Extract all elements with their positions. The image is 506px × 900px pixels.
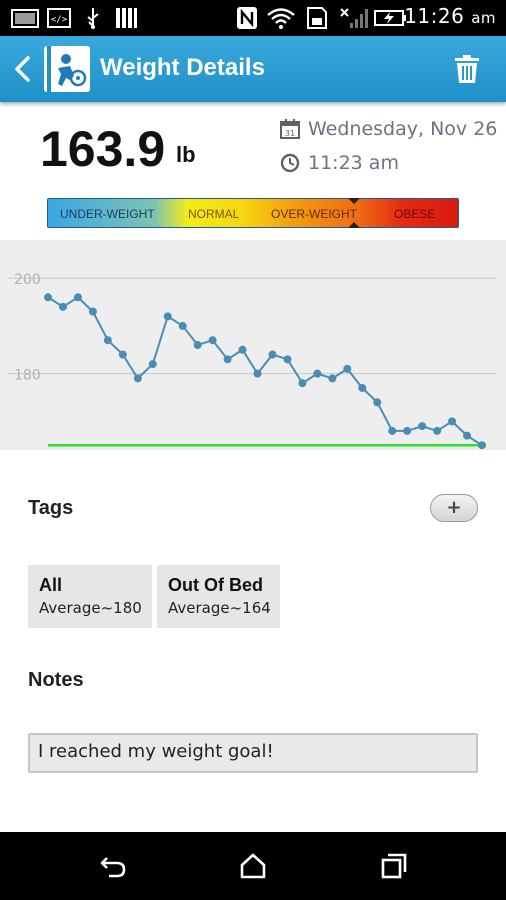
bmi-marker-top [348, 198, 360, 204]
weight-chart-svg: 200 180 [8, 272, 496, 450]
developer-icon: </> [47, 8, 71, 28]
data-point-29[interactable] [478, 441, 486, 450]
data-point-18[interactable] [313, 369, 322, 378]
data-point-8[interactable] [163, 312, 172, 321]
storage-icon [116, 8, 137, 28]
wifi-icon [267, 8, 295, 29]
app-bar: Weight Details [0, 36, 506, 102]
y-tick-label-0: 200 [14, 272, 41, 288]
data-point-1[interactable] [58, 302, 67, 311]
bmi-label-overweight: OVER-WEIGHT [271, 207, 357, 221]
data-point-24[interactable] [403, 426, 412, 435]
nav-recents-icon[interactable] [380, 852, 408, 880]
weight-value: 163.9 [40, 121, 166, 177]
data-point-21[interactable] [358, 383, 367, 392]
svg-text:</>: </> [51, 15, 68, 25]
data-point-5[interactable] [118, 350, 127, 359]
entry-date-text: Wednesday, Nov 26 [308, 118, 498, 140]
svg-text:31: 31 [285, 129, 295, 138]
signal-icon [340, 8, 368, 28]
app-logo-icon [44, 46, 90, 92]
tags-title: Tags [28, 497, 74, 519]
data-point-16[interactable] [283, 355, 292, 364]
status-bar: </> 11:26 am [0, 0, 506, 36]
data-point-20[interactable] [343, 364, 352, 373]
data-point-4[interactable] [103, 336, 112, 345]
notes-title: Notes [28, 669, 84, 691]
data-point-14[interactable] [253, 369, 262, 378]
bmi-label-obese: OBESE [394, 207, 436, 221]
data-point-3[interactable] [88, 307, 97, 316]
tag-average: Average~164 [168, 599, 271, 617]
add-tag-button[interactable]: + [430, 494, 478, 522]
data-point-6[interactable] [133, 374, 142, 383]
bmi-label-underweight: UNDER-WEIGHT [60, 207, 155, 221]
data-point-2[interactable] [73, 293, 82, 302]
data-point-15[interactable] [268, 350, 277, 359]
data-point-23[interactable] [388, 426, 397, 435]
data-point-12[interactable] [223, 355, 232, 364]
data-point-17[interactable] [298, 379, 307, 388]
nav-back-icon[interactable] [99, 852, 127, 880]
gallery-icon [11, 9, 39, 28]
weight-series-line [47, 296, 483, 447]
data-point-13[interactable] [238, 345, 247, 354]
battery-charging-icon [374, 10, 406, 26]
data-point-26[interactable] [433, 426, 442, 435]
app-logo [44, 46, 90, 92]
data-point-25[interactable] [418, 422, 427, 431]
data-point-22[interactable] [373, 398, 382, 407]
entry-time[interactable]: 11:23 am [280, 152, 399, 174]
tag-card-all[interactable]: All Average~180 [28, 565, 152, 628]
entry-date[interactable]: 31 Wednesday, Nov 26 [280, 118, 497, 140]
tag-card-out-of-bed[interactable]: Out Of Bed Average~164 [157, 565, 280, 628]
calendar-icon: 31 [280, 119, 300, 139]
weight-chart[interactable]: 200 180 [0, 240, 506, 450]
navigation-bar [0, 832, 506, 900]
page-title: Weight Details [100, 54, 265, 81]
usb-icon [87, 8, 99, 29]
notes-input[interactable]: I reached my weight goal! [28, 733, 478, 773]
weight-unit: lb [176, 142, 196, 167]
sd-card-icon [307, 7, 327, 29]
status-time: 11:26 [404, 4, 465, 28]
bmi-scale: UNDER-WEIGHT NORMAL OVER-WEIGHT OBESE [47, 198, 459, 228]
nfc-icon [237, 7, 257, 29]
clock-icon [280, 153, 300, 173]
bmi-marker-bottom [348, 222, 360, 228]
data-point-7[interactable] [148, 360, 157, 369]
y-tick-label-1: 180 [14, 368, 41, 384]
data-point-10[interactable] [193, 341, 202, 349]
data-point-19[interactable] [328, 374, 337, 383]
tag-name: All [39, 575, 63, 595]
data-point-11[interactable] [208, 336, 217, 345]
trash-icon[interactable] [454, 54, 480, 84]
add-tag-label: + [446, 497, 462, 518]
data-point-0[interactable] [44, 293, 52, 302]
data-point-28[interactable] [463, 431, 472, 440]
tag-average: Average~180 [39, 599, 142, 617]
bmi-label-normal: NORMAL [188, 207, 240, 221]
data-point-27[interactable] [448, 417, 457, 426]
tag-name: Out Of Bed [168, 575, 263, 595]
nav-home-icon[interactable] [239, 852, 267, 880]
status-ampm: am [471, 9, 496, 27]
status-clock: 11:26 am [404, 4, 496, 28]
data-point-9[interactable] [178, 321, 187, 330]
back-arrow-icon[interactable] [10, 54, 36, 84]
entry-time-text: 11:23 am [308, 152, 399, 174]
